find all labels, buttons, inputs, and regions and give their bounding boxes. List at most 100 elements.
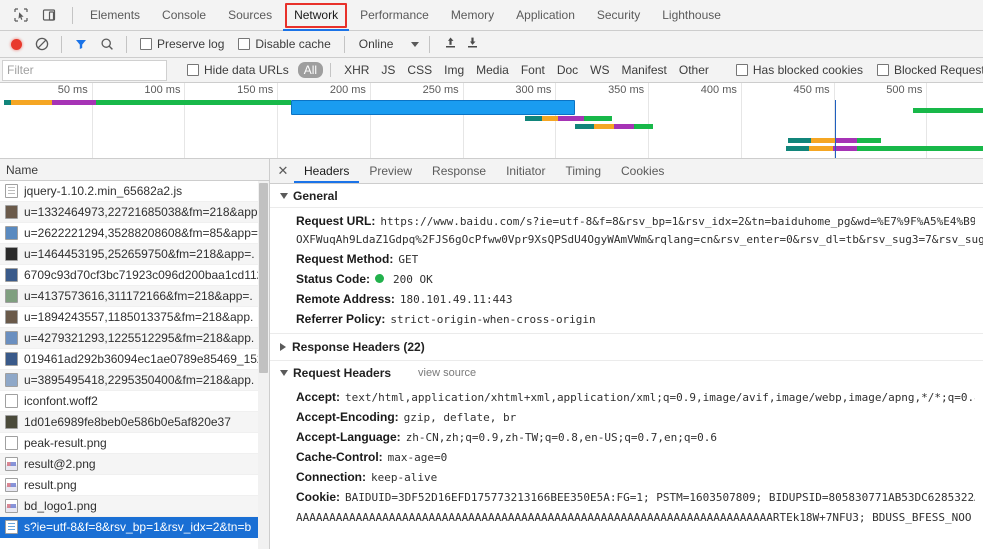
timeline-bar-segment	[832, 146, 857, 151]
referrer-policy-row: Referrer Policy: strict-origin-when-cros…	[270, 309, 983, 329]
resource-type-filters: All XHR JS CSS Img Media Font Doc WS Man…	[297, 62, 715, 78]
tab-response[interactable]: Response	[422, 159, 496, 183]
tab-preview[interactable]: Preview	[359, 159, 422, 183]
tab-headers[interactable]: Headers	[294, 159, 359, 183]
request-list-scrollbar[interactable]	[258, 181, 269, 549]
request-row[interactable]: 1d01e6989fe8beb0e586b0e5af820e37	[0, 412, 269, 433]
request-row[interactable]: u=1464453195,252659750&fm=218&app=.	[0, 244, 269, 265]
tab-application[interactable]: Application	[505, 0, 586, 31]
hide-data-urls-checkbox[interactable]: Hide data URLs	[180, 63, 296, 77]
request-row[interactable]: u=2622221294,35288208608&fm=85&app=.	[0, 223, 269, 244]
scrollbar-thumb[interactable]	[259, 183, 268, 373]
timeline-bar-segment	[51, 100, 97, 105]
tab-console[interactable]: Console	[151, 0, 217, 31]
request-row[interactable]: jquery-1.10.2.min_65682a2.js	[0, 181, 269, 202]
detail-tab-label: Preview	[369, 164, 413, 178]
request-name: result.png	[24, 478, 77, 492]
filter-type-manifest[interactable]: Manifest	[616, 62, 673, 78]
filter-type-all[interactable]: All	[297, 62, 324, 78]
general-section-header[interactable]: General	[270, 184, 983, 208]
filter-type-font[interactable]: Font	[515, 62, 551, 78]
network-overview-timeline[interactable]: 50 ms 100 ms 150 ms 200 ms 250 ms 300 ms 350 m…	[0, 83, 983, 159]
tab-initiator[interactable]: Initiator	[496, 159, 555, 183]
request-url-label: Request URL:	[296, 214, 376, 228]
timeline-bar-segment	[856, 146, 983, 151]
request-header-row: Accept-Language: zh-CN,zh;q=0.9,zh-TW;q=0…	[270, 427, 983, 447]
request-method-row: Request Method: GET	[270, 249, 983, 269]
request-row[interactable]: peak-result.png	[0, 433, 269, 454]
request-row[interactable]: u=1894243557,1185013375&fm=218&app.	[0, 307, 269, 328]
tab-cookies[interactable]: Cookies	[611, 159, 674, 183]
timeline-bar-segment	[291, 100, 575, 115]
blocked-requests-checkbox[interactable]: Blocked Requests	[870, 63, 983, 77]
inspect-element-icon[interactable]	[8, 3, 34, 27]
request-name: iconfont.woff2	[24, 394, 98, 408]
record-button-icon[interactable]	[3, 32, 29, 56]
filter-funnel-icon[interactable]	[68, 32, 94, 56]
tab-timing[interactable]: Timing	[555, 159, 611, 183]
request-name: bd_logo1.png	[24, 499, 97, 513]
filter-input[interactable]	[2, 59, 167, 81]
disable-cache-checkbox[interactable]: Disable cache	[231, 37, 337, 51]
filter-type-js[interactable]: JS	[375, 62, 401, 78]
tab-security[interactable]: Security	[586, 0, 651, 31]
request-row[interactable]: result@2.png	[0, 454, 269, 475]
request-row[interactable]: u=4279321293,1225512295&fm=218&app.	[0, 328, 269, 349]
request-name: u=2622221294,35288208608&fm=85&app=.	[24, 226, 262, 240]
tab-memory[interactable]: Memory	[440, 0, 505, 31]
column-header-name: Name	[6, 162, 39, 177]
request-row[interactable]: u=4137573616,311172166&fm=218&app=.	[0, 286, 269, 307]
search-icon[interactable]	[94, 32, 120, 56]
filter-type-css[interactable]: CSS	[401, 62, 438, 78]
tab-lighthouse[interactable]: Lighthouse	[651, 0, 732, 31]
request-row[interactable]: u=1332464973,22721685038&fm=218&app.	[0, 202, 269, 223]
import-har-icon[interactable]	[444, 36, 457, 52]
request-list-header: Name	[0, 159, 269, 181]
request-detail-pane: ✕ Headers Preview Response Initiator Tim…	[270, 159, 983, 549]
request-row[interactable]: 019461ad292b36094ec1ae0789e85469_152.	[0, 349, 269, 370]
filter-type-xhr[interactable]: XHR	[338, 62, 375, 78]
timeline-bar-segment	[912, 108, 983, 113]
request-row[interactable]: s?ie=utf-8&f=8&rsv_bp=1&rsv_idx=2&tn=b	[0, 517, 269, 538]
throttling-select[interactable]: Online	[351, 37, 424, 51]
tab-elements[interactable]: Elements	[79, 0, 151, 31]
request-header-value: zh-CN,zh;q=0.9,zh-TW;q=0.8,en-US;q=0.7,e…	[405, 431, 717, 444]
request-header-value: max-age=0	[387, 451, 448, 464]
timeline-bar-segment	[584, 116, 613, 121]
request-row[interactable]: result.png	[0, 475, 269, 496]
request-headers-section-header[interactable]: Request Headers view source	[270, 361, 983, 384]
image-icon	[5, 310, 18, 324]
preserve-log-checkbox[interactable]: Preserve log	[133, 37, 231, 51]
filter-type-ws[interactable]: WS	[584, 62, 615, 78]
tab-network[interactable]: Network	[283, 0, 349, 31]
request-row[interactable]: 6709c93d70cf3bc71923c096d200baa1cd112	[0, 265, 269, 286]
request-row[interactable]: bd_logo1.png	[0, 496, 269, 517]
request-header-value: gzip, deflate, br	[403, 411, 517, 424]
export-har-icon[interactable]	[466, 36, 479, 52]
request-name: u=4137573616,311172166&fm=218&app=.	[24, 289, 253, 303]
request-header-key: Accept:	[296, 390, 341, 404]
device-toolbar-icon[interactable]	[36, 3, 62, 27]
request-row[interactable]: u=3895495418,2295350400&fm=218&app.	[0, 370, 269, 391]
chevron-right-icon	[280, 343, 286, 351]
response-headers-section-header[interactable]: Response Headers (22)	[270, 333, 983, 361]
request-row[interactable]: iconfont.woff2	[0, 391, 269, 412]
clear-icon[interactable]	[29, 32, 55, 56]
request-header-row: Cache-Control: max-age=0	[270, 447, 983, 467]
request-header-row: Cookie: BAIDUID=3DF52D16EFD175773213166BE…	[270, 487, 983, 507]
close-icon[interactable]: ✕	[272, 159, 294, 183]
detail-tablist: ✕ Headers Preview Response Initiator Tim…	[270, 159, 983, 184]
request-name: jquery-1.10.2.min_65682a2.js	[24, 184, 183, 198]
request-header-key: Connection:	[296, 470, 366, 484]
filter-type-doc[interactable]: Doc	[551, 62, 584, 78]
filter-type-other[interactable]: Other	[673, 62, 715, 78]
tab-sources[interactable]: Sources	[217, 0, 283, 31]
tab-performance[interactable]: Performance	[349, 0, 440, 31]
has-blocked-cookies-checkbox[interactable]: Has blocked cookies	[729, 63, 870, 77]
view-source-link[interactable]: view source	[418, 367, 476, 379]
filter-type-img[interactable]: Img	[438, 62, 470, 78]
request-rows[interactable]: jquery-1.10.2.min_65682a2.js u=1332464973…	[0, 181, 269, 549]
filter-type-media[interactable]: Media	[470, 62, 515, 78]
timeline-bar-segment	[786, 146, 809, 151]
image-icon	[5, 352, 18, 366]
